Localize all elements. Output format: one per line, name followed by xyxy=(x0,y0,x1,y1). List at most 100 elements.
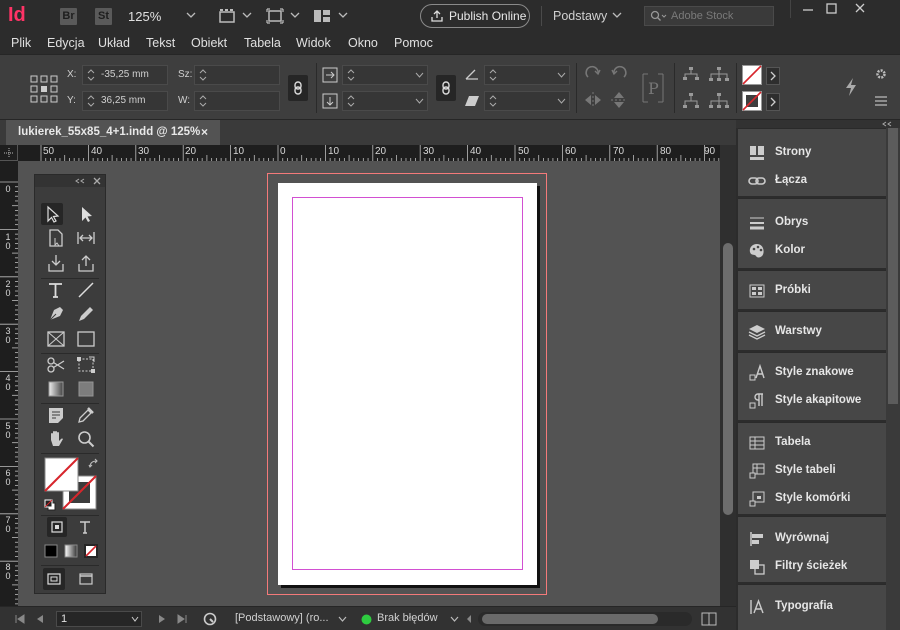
chevron-down-icon[interactable] xyxy=(290,10,300,20)
stepper-icon[interactable] xyxy=(87,68,95,82)
menu-object[interactable]: Obiekt xyxy=(191,36,227,50)
width-field[interactable] xyxy=(194,65,280,85)
stock-button[interactable]: St xyxy=(95,8,112,25)
panel-align[interactable]: Wyrównaj xyxy=(738,525,886,553)
line-tool[interactable] xyxy=(75,279,97,301)
vertical-scroll-thumb[interactable] xyxy=(723,243,733,515)
select-container-icon[interactable] xyxy=(682,67,700,83)
rotation-field[interactable] xyxy=(484,65,570,85)
document-tab[interactable]: lukierek_55x85_4+1.indd @ 125% × xyxy=(6,120,220,145)
menu-layout[interactable]: Układ xyxy=(98,36,130,50)
constrain-proportions-button[interactable] xyxy=(288,75,308,101)
view-options-icon[interactable] xyxy=(218,8,236,24)
stepper-icon[interactable] xyxy=(347,68,355,82)
menu-type[interactable]: Tekst xyxy=(146,36,175,50)
screen-mode-icon[interactable] xyxy=(266,8,284,24)
formatting-affects-text-button[interactable] xyxy=(75,517,95,537)
close-icon[interactable] xyxy=(845,0,875,18)
panel-swatches[interactable]: Próbki xyxy=(738,277,886,305)
scale-x-field[interactable] xyxy=(342,65,428,85)
stepper-icon[interactable] xyxy=(87,94,95,108)
eyedropper-tool[interactable] xyxy=(75,404,97,426)
dock-scrollbar[interactable] xyxy=(886,128,900,630)
note-tool[interactable] xyxy=(45,404,67,426)
menu-view[interactable]: Widok xyxy=(296,36,331,50)
chevron-down-icon[interactable] xyxy=(242,10,252,20)
swap-fill-stroke-icon[interactable] xyxy=(88,458,100,470)
stepper-icon[interactable] xyxy=(199,68,207,82)
horizontal-ruler[interactable]: 50 40 30 20 10 0 10 20 30 40 50 60 70 80… xyxy=(18,145,720,161)
normal-view-mode-button[interactable] xyxy=(43,568,65,590)
zoom-tool[interactable] xyxy=(75,428,97,450)
collapse-panel-icon[interactable] xyxy=(75,178,85,184)
x-position-field[interactable]: -35,25 mm xyxy=(82,65,168,85)
scale-y-field[interactable] xyxy=(342,91,428,111)
chevron-down-icon[interactable] xyxy=(612,10,622,20)
rectangle-frame-tool[interactable] xyxy=(45,328,67,350)
apply-color-icon[interactable] xyxy=(43,543,59,559)
chevron-down-icon[interactable] xyxy=(338,10,348,20)
publish-online-button[interactable]: Publish Online xyxy=(420,4,530,28)
horizontal-scrollbar[interactable] xyxy=(478,612,692,626)
panel-paragraph-styles[interactable]: Style akapitowe xyxy=(738,387,886,415)
document-page[interactable] xyxy=(278,183,537,585)
reference-point-icon[interactable] xyxy=(30,75,58,103)
split-layout-icon[interactable] xyxy=(701,612,717,626)
chevron-down-icon[interactable] xyxy=(450,616,459,622)
content-placer-tool[interactable] xyxy=(75,252,97,274)
close-panel-icon[interactable] xyxy=(93,177,101,185)
preview-mode-button[interactable] xyxy=(75,568,97,590)
type-tool[interactable] xyxy=(45,279,67,301)
first-page-icon[interactable] xyxy=(14,613,26,625)
previous-page-icon[interactable] xyxy=(34,613,46,625)
expand-panels-icon[interactable] xyxy=(882,121,892,127)
page-number-field[interactable]: 1 xyxy=(56,611,142,627)
gap-tool[interactable] xyxy=(75,227,97,249)
selection-tool[interactable] xyxy=(41,203,63,225)
zoom-level[interactable]: 125% xyxy=(128,9,161,24)
master-page-label[interactable]: [Podstawowy] (ro... xyxy=(235,612,329,624)
chevron-down-icon[interactable] xyxy=(186,10,196,20)
workspace-switcher[interactable]: Podstawy xyxy=(553,9,607,23)
preflight-status-text[interactable]: Brak błędów xyxy=(377,612,438,624)
chevron-down-icon[interactable] xyxy=(415,97,424,105)
vertical-ruler[interactable]: 0 10 20 30 40 50 60 70 80 xyxy=(0,161,18,606)
height-field[interactable] xyxy=(194,91,280,111)
ruler-origin[interactable] xyxy=(0,145,18,161)
gradient-feather-tool[interactable] xyxy=(75,378,97,400)
last-page-icon[interactable] xyxy=(176,613,188,625)
panel-links[interactable]: Łącza xyxy=(738,167,886,195)
rotate-counterclockwise-icon[interactable] xyxy=(610,65,628,83)
panel-glyphs[interactable]: Typografia xyxy=(738,593,886,621)
rotate-clockwise-icon[interactable] xyxy=(584,65,602,83)
pen-tool[interactable] xyxy=(45,303,67,325)
open-document-page-icon[interactable] xyxy=(202,611,218,627)
dock-header[interactable] xyxy=(736,120,900,128)
page-tool[interactable] xyxy=(45,227,67,249)
panel-pages[interactable]: Strony xyxy=(738,139,886,167)
document-canvas[interactable] xyxy=(18,161,720,606)
panel-pathfinder[interactable]: Filtry ścieżek xyxy=(738,553,886,581)
adobe-stock-search-input[interactable]: Adobe Stock xyxy=(644,6,774,26)
y-position-field[interactable]: 36,25 mm xyxy=(82,91,168,111)
stroke-none-swatch[interactable] xyxy=(742,91,762,111)
path-direction-icon[interactable]: P xyxy=(640,71,666,105)
default-fill-stroke-icon[interactable] xyxy=(44,499,56,511)
fill-none-swatch[interactable] xyxy=(742,65,762,85)
menu-table[interactable]: Tabela xyxy=(244,36,281,50)
panel-table-styles[interactable]: Style tabeli xyxy=(738,457,886,485)
close-tab-icon[interactable]: × xyxy=(201,120,208,144)
stepper-icon[interactable] xyxy=(489,68,497,82)
menu-help[interactable]: Pomoc xyxy=(394,36,433,50)
gradient-swatch-tool[interactable] xyxy=(45,378,67,400)
shear-field[interactable] xyxy=(484,91,570,111)
scissors-tool[interactable] xyxy=(45,354,67,376)
chevron-down-icon[interactable] xyxy=(131,616,139,622)
direct-selection-tool[interactable] xyxy=(75,203,97,225)
bridge-button[interactable]: Br xyxy=(60,8,77,25)
panel-layers[interactable]: Warstwy xyxy=(738,318,886,346)
chevron-right-icon[interactable] xyxy=(766,67,780,85)
free-transform-tool[interactable] xyxy=(75,354,97,376)
pencil-tool[interactable] xyxy=(75,303,97,325)
constrain-scale-button[interactable] xyxy=(436,75,456,101)
